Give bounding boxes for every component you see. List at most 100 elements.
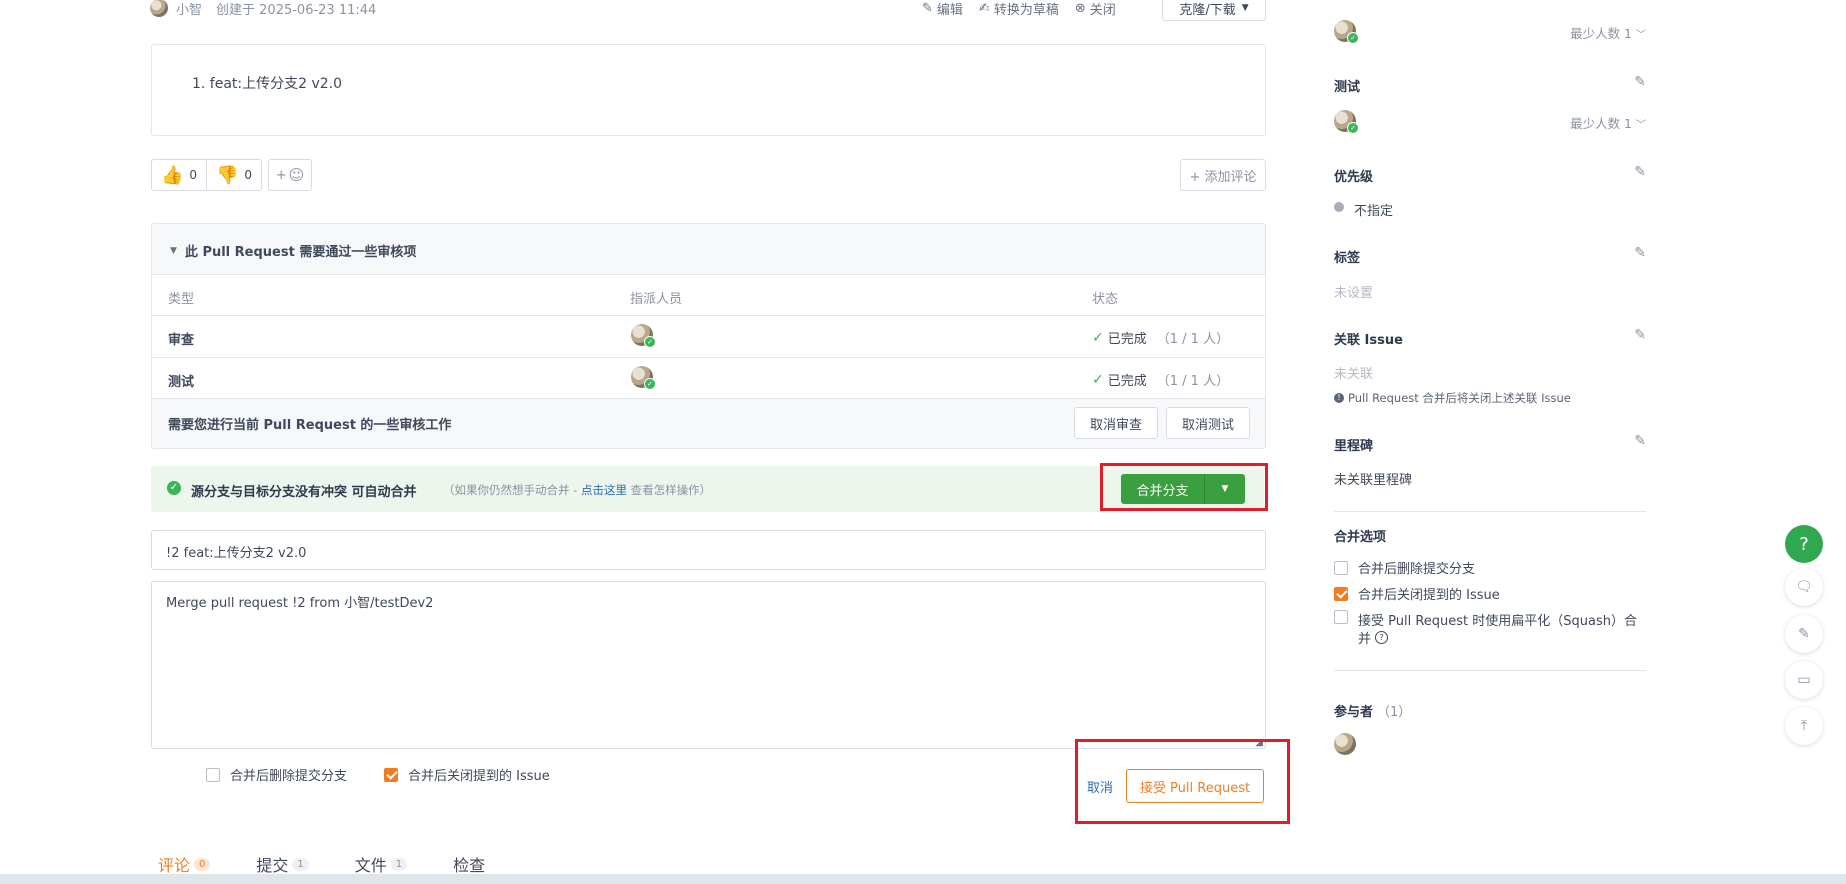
header-actions: ✎ 编辑 ✍ 转换为草稿 ⊗ 关闭 <box>922 0 1116 18</box>
info-icon: ! <box>1334 393 1344 403</box>
issue-note-text: Pull Request 合并后将关闭上述关联 Issue <box>1348 391 1571 405</box>
hint-prefix: （如果你仍然想手动合并 - <box>443 483 578 497</box>
thumbs-down-count: 0 <box>244 168 253 182</box>
edit-label: 编辑 <box>936 2 963 18</box>
issue-value: 未关联 <box>1334 367 1374 382</box>
merge-opt-delete[interactable]: 合并后删除提交分支 <box>206 765 347 784</box>
participant-avatar[interactable] <box>1334 733 1356 755</box>
reviewer-min-select[interactable]: 最少人数 1 ﹀ <box>1570 23 1646 42</box>
assignee-avatar[interactable]: ✓ <box>631 324 656 348</box>
sidebar-opt-delete[interactable]: 合并后删除提交分支 <box>1334 558 1475 577</box>
row-status: ✓ 已完成 （1 / 1 人） <box>1092 328 1229 348</box>
sidebar-delete-branch-checkbox[interactable] <box>1334 560 1348 575</box>
col-assignee: 指派人员 <box>630 292 683 307</box>
close-issue-checkbox[interactable] <box>384 767 398 782</box>
sidebar-close-issue-checkbox[interactable] <box>1334 586 1348 601</box>
reviewer-avatar[interactable]: ✓ <box>1334 20 1359 44</box>
chat-button[interactable]: ▭ <box>1785 661 1823 699</box>
review-table: 类型 指派人员 状态 审查 ✓ ✓ 已完成 （1 / 1 人） 测试 ✓ ✓ 已… <box>152 275 1265 398</box>
tab-checks[interactable]: 检查 <box>453 852 485 876</box>
check-badge-icon: ✓ <box>1347 32 1359 44</box>
tab-label: 文件 <box>354 856 387 875</box>
close-action[interactable]: ⊗ 关闭 <box>1075 0 1116 18</box>
review-panel-header[interactable]: ▼ 此 Pull Request 需要通过一些审核项 <box>170 241 416 260</box>
cancel-review-button[interactable]: 取消审查 <box>1074 407 1158 439</box>
row-type: 审查 <box>168 333 195 348</box>
cancel-test-button[interactable]: 取消测试 <box>1166 407 1250 439</box>
check-circle-icon: ✓ <box>1092 329 1104 346</box>
thumbs-up-button[interactable]: 👍 0 <box>151 159 207 191</box>
tab-label: 检查 <box>453 856 486 875</box>
smiley-icon: ☺ <box>288 166 305 184</box>
tab-comments[interactable]: 评论 0 <box>158 852 211 876</box>
divider <box>1334 511 1646 512</box>
clone-download-button[interactable]: 克隆/下载 ▼ <box>1162 0 1266 21</box>
tester-min-label: 最少人数 1 <box>1570 116 1633 131</box>
assignee-avatar[interactable]: ✓ <box>631 366 656 390</box>
sidebar-opt-close-issue[interactable]: 合并后关闭提到的 Issue <box>1334 584 1500 603</box>
status-text: 已完成 <box>1107 374 1147 389</box>
edit-issue-icon[interactable]: ✎ <box>1634 327 1646 343</box>
priority-dot-icon <box>1334 202 1344 212</box>
close-issue-label: 合并后关闭提到的 Issue <box>408 769 550 784</box>
divider <box>1334 670 1646 671</box>
review-table-header: 类型 指派人员 状态 <box>152 275 1265 315</box>
participants-count: （1） <box>1377 705 1412 720</box>
edit-action[interactable]: ✎ 编辑 <box>922 0 963 18</box>
help-circle-icon[interactable]: ? <box>1375 631 1389 644</box>
check-badge-icon: ✓ <box>644 336 656 348</box>
feedback-button[interactable]: 🗨 <box>1785 568 1823 606</box>
manual-merge-link[interactable]: 点击这里 <box>581 483 627 497</box>
caret-down-icon: ▼ <box>1241 3 1249 13</box>
participants-header: 参与者 （1） <box>1334 701 1411 720</box>
tab-commits[interactable]: 提交 1 <box>256 852 309 876</box>
highlight-box <box>1100 463 1268 511</box>
status-count: （1 / 1 人） <box>1156 374 1230 389</box>
edit-float-button[interactable]: ✎ <box>1785 615 1823 653</box>
hint-suffix: 查看怎样操作） <box>630 483 712 497</box>
pencil-icon: ✎ <box>922 0 933 16</box>
merge-status-hint: （如果你仍然想手动合并 - 点击这里 查看怎样操作） <box>443 482 711 498</box>
thumbs-down-button[interactable]: 👎 0 <box>207 159 262 191</box>
issue-title: 关联 Issue <box>1334 333 1403 348</box>
milestone-value: 未关联里程碑 <box>1334 473 1413 488</box>
merge-opt-close-issue[interactable]: 合并后关闭提到的 Issue <box>384 765 550 784</box>
add-comment-button[interactable]: + 添加评论 <box>1180 159 1266 191</box>
edit-labels-icon[interactable]: ✎ <box>1634 245 1646 261</box>
add-comment-label: + 添加评论 <box>1189 169 1257 185</box>
tester-min-select[interactable]: 最少人数 1 ﹀ <box>1570 113 1646 132</box>
tester-avatar[interactable]: ✓ <box>1334 110 1359 134</box>
author-avatar[interactable] <box>150 0 168 17</box>
sidebar-squash-checkbox[interactable] <box>1334 610 1348 624</box>
cancel-test-label: 取消测试 <box>1181 417 1234 433</box>
chevron-down-icon: ﹀ <box>1636 120 1646 131</box>
description-item: 1. feat:上传分支2 v2.0 <box>192 76 343 92</box>
edit-priority-icon[interactable]: ✎ <box>1634 164 1646 180</box>
merge-message-textarea[interactable]: Merge pull request !2 from 小智/testDev2 ◢ <box>151 581 1266 749</box>
edit-milestone-icon[interactable]: ✎ <box>1634 433 1646 449</box>
tab-files[interactable]: 文件 1 <box>354 852 408 876</box>
col-type: 类型 <box>168 292 195 307</box>
cancel-review-label: 取消审查 <box>1089 417 1142 433</box>
delete-branch-label: 合并后删除提交分支 <box>230 769 348 784</box>
author-name[interactable]: 小智 <box>176 0 202 18</box>
tab-label: 提交 <box>256 856 289 875</box>
milestone-title: 里程碑 <box>1334 439 1374 454</box>
to-draft-action[interactable]: ✍ 转换为草稿 <box>979 0 1059 18</box>
delete-branch-checkbox[interactable] <box>206 767 220 782</box>
thumbs-down-icon: 👎 <box>215 164 239 186</box>
merge-options-title: 合并选项 <box>1334 530 1387 545</box>
check-circle-icon: ✓ <box>1092 371 1104 388</box>
status-text: 已完成 <box>1107 332 1147 347</box>
edit-tester-icon[interactable]: ✎ <box>1634 74 1646 90</box>
help-button[interactable]: ? <box>1785 525 1823 563</box>
add-emoji-button[interactable]: + ☺ <box>268 159 312 191</box>
back-to-top-button[interactable]: ⤒ <box>1785 707 1823 745</box>
labels-title: 标签 <box>1334 251 1361 266</box>
arrow-up-icon: ⤒ <box>1800 718 1808 734</box>
pr-description: 1. feat:上传分支2 v2.0 <box>151 44 1266 136</box>
merge-title-input[interactable]: !2 feat:上传分支2 v2.0 <box>151 530 1266 570</box>
pr-meta: 小智 创建于 2025-06-23 11:44 <box>150 0 376 18</box>
tester-title: 测试 <box>1334 80 1361 95</box>
clone-label: 克隆/下载 <box>1179 2 1236 18</box>
